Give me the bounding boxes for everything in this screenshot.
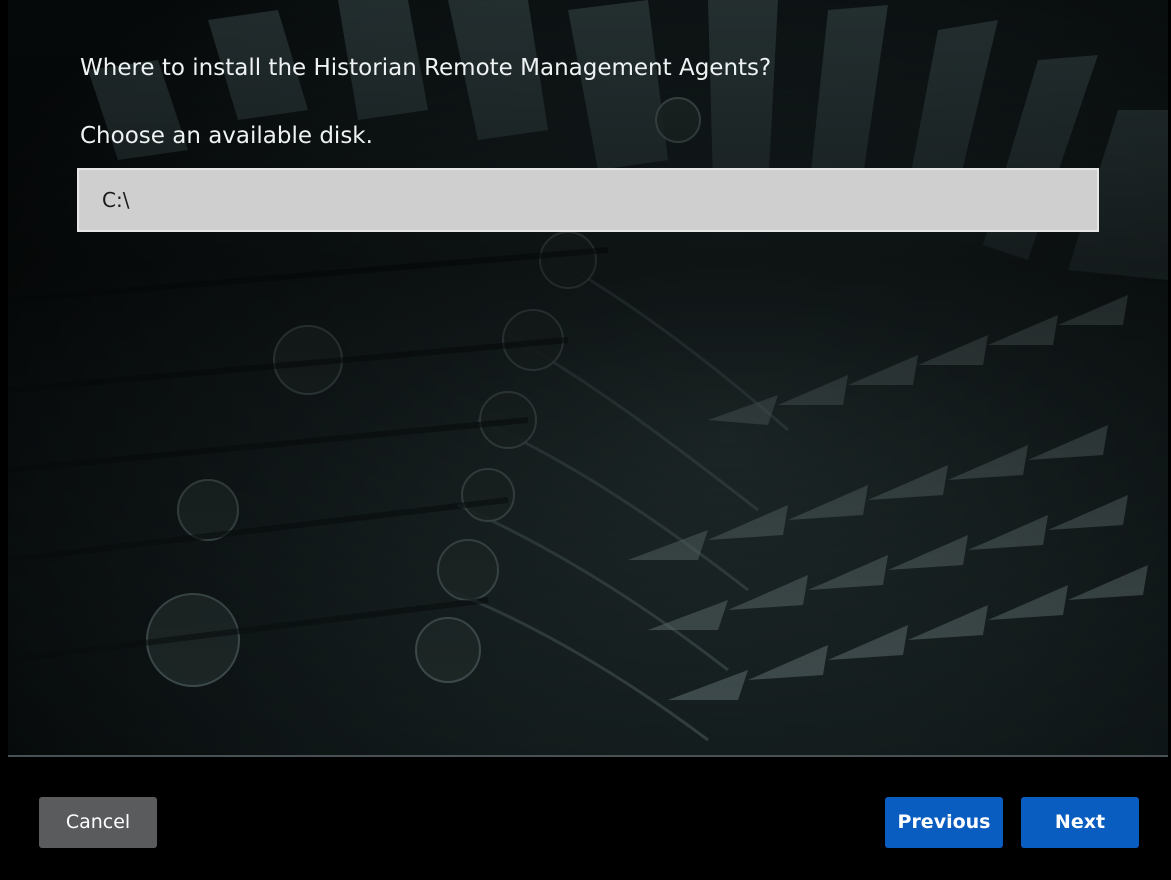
cancel-button[interactable]: Cancel [39, 797, 157, 848]
install-location-question: Where to install the Historian Remote Ma… [80, 55, 772, 81]
window-frame-left [0, 0, 8, 880]
previous-button[interactable]: Previous [885, 797, 1003, 848]
installer-window: Where to install the Historian Remote Ma… [0, 0, 1171, 880]
next-button[interactable]: Next [1021, 797, 1139, 848]
background-turbine-image [8, 0, 1168, 755]
choose-disk-instruction: Choose an available disk. [80, 123, 373, 149]
disk-selection-field[interactable]: C:\ [77, 168, 1099, 232]
